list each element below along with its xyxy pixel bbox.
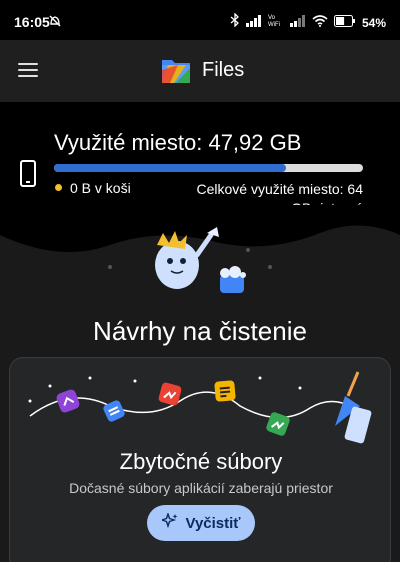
cleaning-suggestions-title: Návrhy na čistenie [93, 316, 307, 346]
battery-percent: 54% [361, 15, 386, 30]
junk-files-description: Dočasné súbory aplikácií zaberajú priest… [69, 480, 333, 496]
trash-dot-icon [55, 184, 62, 191]
do-not-disturb-icon [48, 14, 62, 33]
signal-icon [289, 14, 306, 32]
clean-button[interactable]: Vyčistiť [147, 505, 255, 541]
signal-icon [245, 14, 262, 32]
status-time: 16:05 [14, 14, 50, 30]
trash-size: 0 B v koši [70, 180, 131, 196]
storage-progress-fill [54, 164, 286, 172]
clean-button-label: Vyčistiť [185, 514, 241, 532]
vowifi-icon: Vo WiFi [268, 13, 284, 32]
wifi-icon [312, 14, 328, 32]
sparkle-icon [159, 511, 178, 534]
junk-files-illustration [28, 371, 372, 444]
storage-progress-bar [54, 164, 363, 172]
status-bar: 16:05 Vo WiFi 54% [0, 0, 400, 40]
svg-text:WiFi: WiFi [268, 22, 280, 27]
storage-used-title: Využité miesto: 47,92 GB [54, 130, 302, 155]
junk-files-card[interactable]: Zbytočné súbory Dočasné súbory aplikácií… [9, 357, 391, 562]
battery-icon [333, 14, 356, 32]
app-bar: Files [0, 40, 400, 102]
svg-text:Vo: Vo [268, 15, 276, 21]
junk-files-title: Zbytočné súbory [119, 449, 283, 474]
phone-storage-icon [20, 160, 36, 187]
hamburger-menu-icon[interactable] [18, 63, 38, 79]
cleaning-mascot-illustration [155, 227, 246, 293]
app-title: Files [202, 59, 245, 81]
bluetooth-icon [230, 12, 240, 32]
files-logo-icon [160, 56, 192, 86]
